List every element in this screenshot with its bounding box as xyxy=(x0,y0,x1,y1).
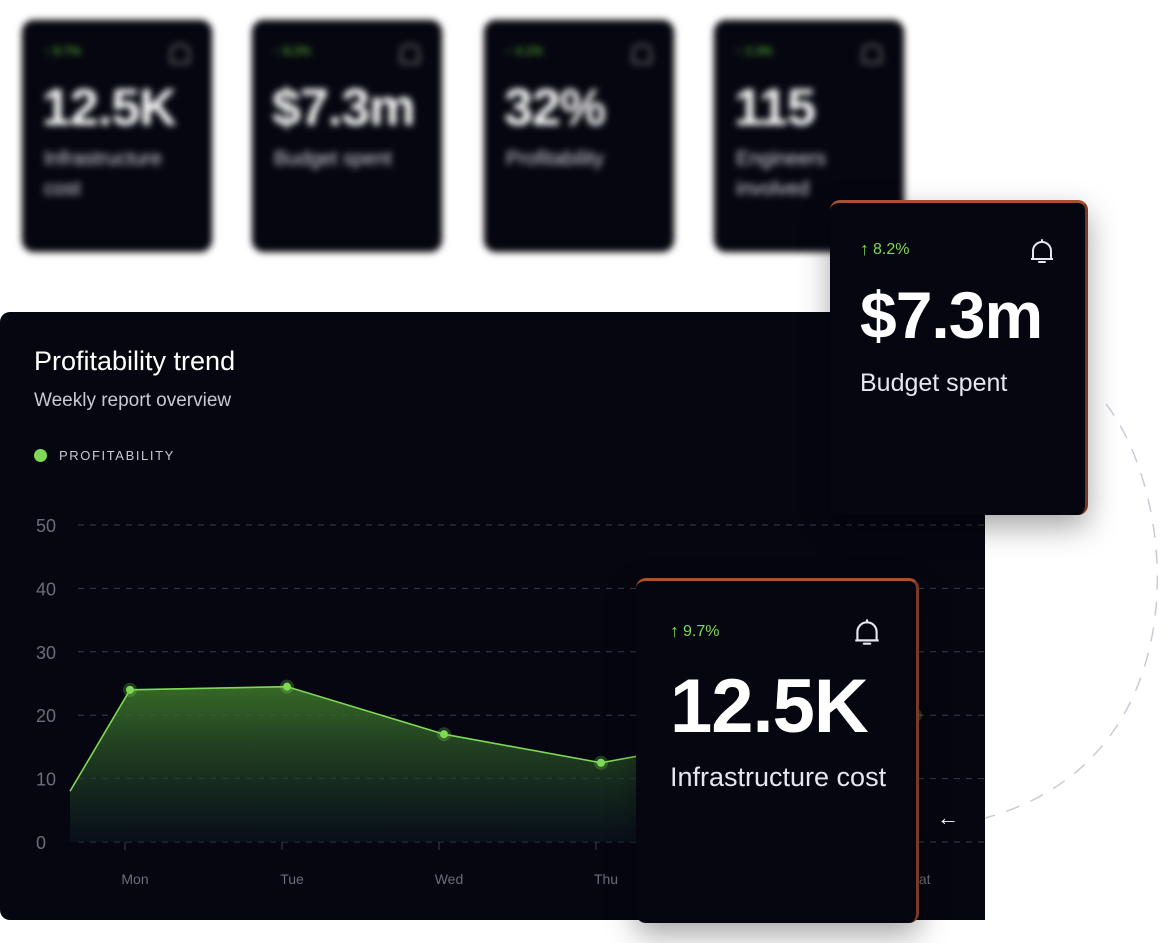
budget-label: Budget spent xyxy=(860,369,1008,397)
budget-change-value: 8.2% xyxy=(873,240,910,258)
y-tick-label: 0 xyxy=(36,833,46,853)
bell-icon xyxy=(400,44,420,64)
background-card: ↑ 9.7% 12.5K Infrastructure cost xyxy=(22,20,212,252)
background-card: ↑ 8.2% $7.3m Budget spent xyxy=(252,20,442,252)
background-card-label: Infrastructure cost xyxy=(44,148,162,200)
background-card-value: 12.5K xyxy=(42,79,177,137)
background-card-value: 32% xyxy=(504,79,606,137)
background-card-label: Budget spent xyxy=(274,148,392,170)
data-point[interactable] xyxy=(283,682,291,691)
background-card-badge: ↑ 9.7% xyxy=(44,44,81,58)
x-tick-label: Mon xyxy=(121,871,148,887)
y-tick-label: 40 xyxy=(36,579,56,599)
legend-label: PROFITABILITY xyxy=(59,448,175,463)
background-card: ↑ 4.1% 32% Profitability xyxy=(484,20,674,252)
infra-change-badge: ↑ 9.7% xyxy=(670,621,719,642)
data-point[interactable] xyxy=(440,730,448,739)
background-card-badge: ↑ 8.2% xyxy=(274,44,311,58)
y-tick-label: 10 xyxy=(36,770,56,790)
budget-spent-card[interactable]: ↑ 8.2% $7.3m Budget spent xyxy=(830,200,1088,515)
chart-title: Profitability trend xyxy=(34,346,236,376)
background-card-label: Profitability xyxy=(506,148,604,170)
background-cards: ↑ 9.7% 12.5K Infrastructure cost ↑ 8.2% … xyxy=(0,0,930,290)
x-tick-label: Tue xyxy=(280,871,304,887)
y-tick-label: 50 xyxy=(36,516,56,536)
background-card-badge: ↑ 2.3% xyxy=(736,44,773,58)
bell-icon xyxy=(862,44,882,64)
chart-legend[interactable]: PROFITABILITY xyxy=(34,448,175,463)
data-point[interactable] xyxy=(126,685,134,694)
budget-value: $7.3m xyxy=(860,278,1043,352)
infra-value: 12.5K xyxy=(670,664,869,749)
x-tick-label: Thu xyxy=(594,871,618,887)
legend-dot-icon xyxy=(34,449,47,462)
bell-icon xyxy=(632,44,652,64)
bell-icon xyxy=(170,44,190,64)
background-card-value: $7.3m xyxy=(272,79,415,137)
bell-icon[interactable] xyxy=(1028,237,1056,267)
infrastructure-cost-card[interactable]: ↑ 9.7% 12.5K Infrastructure cost xyxy=(636,578,919,923)
x-tick-label: Wed xyxy=(435,871,464,887)
arrow-left-icon[interactable]: ← xyxy=(934,804,962,832)
background-card-badge: ↑ 4.1% xyxy=(506,44,543,58)
y-tick-label: 20 xyxy=(36,706,56,726)
y-tick-label: 30 xyxy=(36,643,56,663)
chart-subtitle: Weekly report overview xyxy=(34,390,232,411)
infra-label: Infrastructure cost xyxy=(670,762,887,792)
infra-change-value: 9.7% xyxy=(683,622,720,640)
background-card-value: 115 xyxy=(734,79,816,137)
background-card-label: Engineers involved xyxy=(736,148,827,200)
arrow-up-icon: ↑ xyxy=(860,239,869,259)
budget-change-badge: ↑ 8.2% xyxy=(860,239,909,260)
arrow-up-icon: ↑ xyxy=(670,621,679,641)
data-point[interactable] xyxy=(597,758,605,767)
bell-icon[interactable] xyxy=(852,617,882,649)
